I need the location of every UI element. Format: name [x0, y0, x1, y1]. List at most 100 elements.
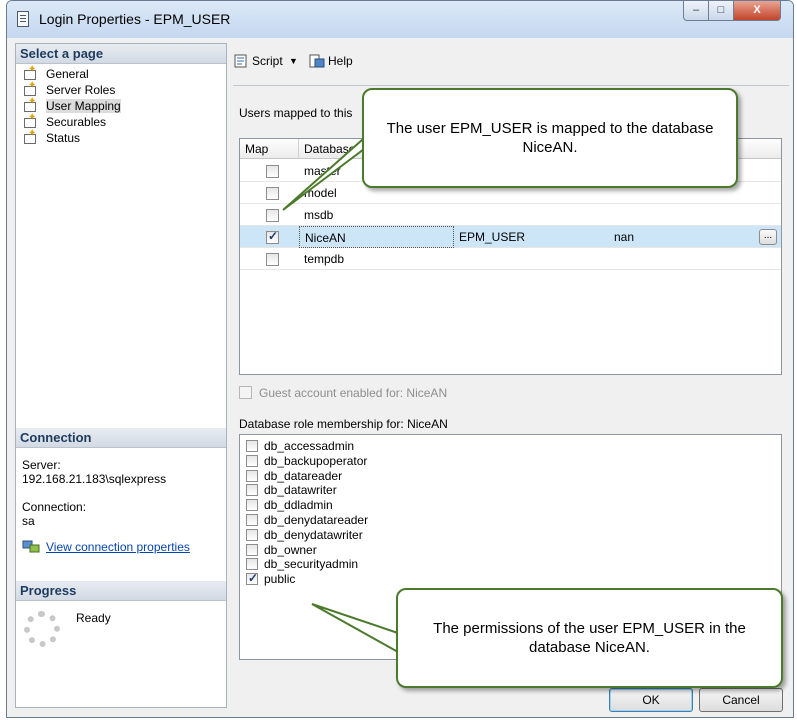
list-item[interactable]: db_ddladmin [240, 498, 781, 513]
select-page-header: Select a page [16, 44, 226, 64]
list-item[interactable]: db_datawriter [240, 483, 781, 498]
progress-area: Ready [16, 581, 226, 681]
guest-account-label: Guest account enabled for: NiceAN [259, 386, 448, 400]
list-item[interactable]: db_owner [240, 543, 781, 558]
role-name: db_ddladmin [264, 498, 333, 513]
role-checkbox[interactable] [246, 513, 258, 526]
page-item-server-roles[interactable]: ✦ Server Roles [20, 81, 220, 98]
guest-account-checkbox [239, 386, 252, 399]
table-row[interactable]: msdb [240, 204, 781, 226]
window-title: Login Properties - EPM_USER [39, 11, 231, 27]
toolbar-separator [233, 85, 789, 86]
role-checkbox[interactable] [246, 528, 258, 541]
user-cell[interactable] [454, 248, 609, 270]
help-label: Help [328, 54, 353, 68]
progress-spinner-icon [24, 611, 60, 647]
page-item-label: User Mapping [46, 99, 121, 113]
maximize-button[interactable]: □ [708, 1, 734, 21]
role-checkbox[interactable] [246, 440, 258, 452]
script-label: Script [252, 54, 283, 68]
toolbar: Script ▼ Help [233, 43, 789, 77]
help-button[interactable]: Help [309, 52, 353, 70]
default-schema-cell[interactable] [609, 204, 781, 226]
table-row[interactable]: NiceANEPM_USERnan... [240, 226, 781, 248]
role-checkbox[interactable] [246, 469, 258, 482]
page-item-securables[interactable]: ✦ Securables [20, 113, 220, 130]
progress-status: Ready [76, 611, 111, 625]
role-checkbox[interactable] [246, 484, 258, 497]
role-name: db_denydatawriter [264, 527, 363, 542]
role-checkbox[interactable] [246, 499, 258, 512]
view-connection-link[interactable]: View connection properties [46, 540, 190, 554]
page-item-status[interactable]: ✦ Status [20, 129, 220, 146]
page-item-user-mapping[interactable]: ✦ User Mapping [20, 97, 220, 114]
bottom-callout: The permissions of the user EPM_USER in … [396, 588, 783, 688]
help-icon [309, 54, 325, 68]
schema-browse-button[interactable]: ... [759, 229, 777, 245]
role-name: db_accessadmin [264, 439, 355, 453]
role-checkbox[interactable] [246, 454, 258, 467]
role-checkbox[interactable] [246, 558, 258, 571]
map-checkbox[interactable] [266, 209, 279, 222]
minimize-button[interactable]: – [683, 1, 709, 21]
connection-header: Connection [16, 428, 226, 448]
connection-properties-icon [22, 540, 40, 553]
table-row[interactable]: tempdb [240, 248, 781, 270]
page-item-label: Status [46, 131, 81, 145]
page-item-general[interactable]: ✦ General [20, 65, 220, 82]
user-cell[interactable] [454, 204, 609, 226]
connection-value: sa [22, 514, 35, 528]
script-dropdown-arrow[interactable]: ▼ [289, 52, 298, 70]
dialog-icon [17, 11, 29, 27]
database-cell[interactable]: tempdb [299, 248, 454, 270]
title-bar[interactable]: Login Properties - EPM_USER – □ X [7, 1, 793, 38]
map-checkbox[interactable] [266, 253, 279, 266]
database-cell[interactable]: msdb [299, 204, 454, 226]
map-checkbox[interactable] [266, 165, 279, 178]
page-item-label: Securables [46, 115, 107, 129]
role-name: public [264, 572, 296, 587]
ok-button[interactable]: OK [609, 688, 693, 712]
page-icon: ✦ [24, 81, 39, 96]
view-connection-properties[interactable]: View connection properties [22, 540, 190, 554]
role-name: db_securityadmin [264, 557, 359, 572]
list-item[interactable]: db_datareader [240, 469, 781, 484]
role-name: db_datawriter [264, 483, 337, 498]
page-list: ✦ General ✦ Server Roles ✦ User Mapping ✦ Secur… [20, 65, 220, 146]
list-item[interactable]: db_denydatawriter [240, 528, 781, 543]
role-membership-label: Database role membership for: NiceAN [239, 417, 448, 431]
role-checkbox[interactable] [246, 571, 258, 586]
page-icon: ✦ [24, 129, 39, 144]
role-name: db_datareader [264, 468, 343, 483]
list-item[interactable]: public [240, 571, 781, 587]
script-button[interactable]: Script [233, 52, 283, 70]
page-item-label: Server Roles [46, 83, 116, 97]
page-icon: ✦ [24, 97, 39, 112]
connection-label: Connection: [22, 500, 87, 514]
list-item[interactable]: db_backupoperator [240, 454, 781, 469]
page-icon: ✦ [24, 65, 39, 80]
user-cell[interactable]: EPM_USER [454, 226, 609, 248]
left-pane: Select a page ✦ General ✦ Server Roles ✦ User… [15, 43, 227, 708]
role-name: db_owner [264, 542, 317, 557]
default-schema-cell[interactable] [609, 248, 781, 270]
cancel-button[interactable]: Cancel [699, 688, 783, 712]
map-checkbox[interactable] [266, 229, 279, 244]
page-item-label: General [46, 67, 89, 81]
guest-account-option: Guest account enabled for: NiceAN [239, 385, 447, 401]
server-value: 192.168.21.183\sqlexpress [22, 472, 167, 486]
role-checkbox[interactable] [246, 543, 258, 556]
list-item[interactable]: db_denydatareader [240, 513, 781, 528]
close-button[interactable]: X [733, 1, 781, 21]
role-name: db_backupoperator [264, 453, 368, 468]
role-name: db_denydatareader [264, 512, 369, 527]
script-icon [234, 54, 247, 68]
default-schema-cell[interactable]: nan [609, 226, 781, 248]
users-mapped-label: Users mapped to this [239, 106, 353, 120]
map-checkbox[interactable] [266, 187, 279, 200]
database-cell[interactable]: NiceAN [299, 226, 454, 248]
page-icon: ✦ [24, 113, 39, 128]
list-item[interactable]: db_accessadmin [240, 439, 781, 454]
list-item[interactable]: db_securityadmin [240, 557, 781, 572]
column-header-map[interactable]: Map [240, 139, 299, 159]
